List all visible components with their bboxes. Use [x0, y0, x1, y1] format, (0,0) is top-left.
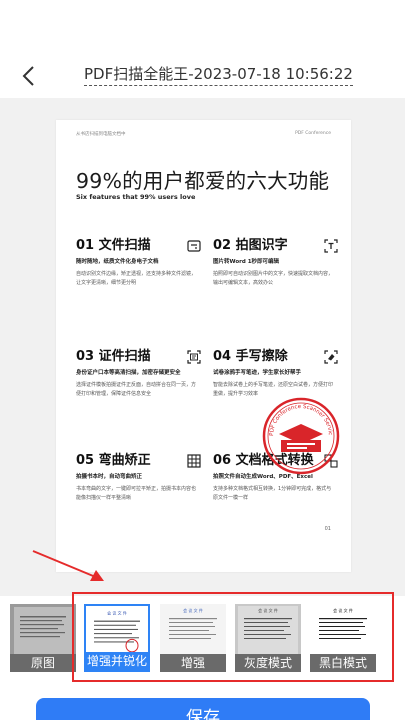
- feature-block: 04 手写擦除 试卷涂鸦手写笔迹，学生家长好帮手 智能去除试卷上的手写笔迹，还原…: [213, 348, 338, 399]
- annotation-highlight-frame: [72, 592, 394, 682]
- seal-stamp-icon: PDF Conference Scanner Service Centre: [261, 396, 340, 475]
- feature-subtitle: 拍摄书本时，自动弯曲矫正: [76, 474, 143, 480]
- chevron-left-icon[interactable]: [18, 64, 42, 88]
- id-card-scan-icon: [187, 350, 201, 364]
- save-button[interactable]: 保存: [36, 698, 370, 720]
- text-recognition-icon: [324, 239, 338, 253]
- top-bar: PDF扫描全能王-2023-07-18 10:56:22: [0, 50, 405, 100]
- document-scan-icon: [187, 240, 201, 252]
- grid-icon: [187, 454, 201, 468]
- filter-label: 原图: [10, 654, 76, 672]
- feature-description: 拍照即可自动识别图片中的文字，快速提取文档内容，输出可编辑文本，高效办公: [213, 271, 334, 286]
- document-page[interactable]: 从书店扫描到电脑文档中 PDF Conference 99%的用户都爱的六大功能…: [56, 120, 351, 572]
- doc-header-right: PDF Conference: [295, 131, 331, 136]
- preview-canvas: 从书店扫描到电脑文档中 PDF Conference 99%的用户都爱的六大功能…: [0, 98, 405, 596]
- feature-subtitle: 试卷涂鸦手写笔迹，学生家长好帮手: [213, 370, 302, 376]
- document-title[interactable]: PDF扫描全能王-2023-07-18 10:56:22: [84, 64, 353, 86]
- feature-description: 选择证件模板拍摄证件正反面，自动拼合在同一页，方便打印和管理，保障证件信息安全: [76, 382, 197, 397]
- eraser-icon: [324, 350, 338, 364]
- feature-subtitle: 身份证户口本等高清扫描，加密存储更安全: [76, 370, 181, 376]
- filter-preview-image: [10, 604, 76, 654]
- doc-header-left: 从书店扫描到电脑文档中: [76, 132, 126, 137]
- feature-title: 03 证件扫描: [76, 349, 151, 364]
- feature-subtitle: 图片转Word 1秒即可编辑: [213, 259, 280, 265]
- feature-title: 05 弯曲矫正: [76, 453, 151, 468]
- feature-description: 支持多种文档格式相互转换，1分钟即可完成，格式与原文件一模一样: [213, 486, 332, 501]
- feature-description: 书本弯曲的文字，一键即可拉平矫正，拍摄书本内容也能像扫描仪一样平整清晰: [76, 486, 197, 501]
- feature-title: 01 文件扫描: [76, 238, 151, 253]
- feature-block: 05 弯曲矫正 拍摄书本时，自动弯曲矫正 书本弯曲的文字，一键即可拉平矫正，拍摄…: [76, 452, 201, 503]
- feature-block: 03 证件扫描 身份证户口本等高清扫描，加密存储更安全 选择证件模板拍摄证件正反…: [76, 348, 201, 399]
- feature-description: 自动识别文件边缘，矫正透视，还支持多种文件滤镜，让文字更清晰，细节更分明: [76, 271, 197, 286]
- filter-original[interactable]: 原图: [10, 604, 76, 672]
- doc-heading: 99%的用户都爱的六大功能: [76, 169, 330, 193]
- feature-title: 04 手写擦除: [213, 349, 288, 364]
- feature-block: 01 文件扫描 随时随地，纸质文件化身电子文档 自动识别文件边缘，矫正透视，还支…: [76, 237, 201, 288]
- annotation-arrow-icon: [32, 550, 104, 581]
- feature-subtitle: 随时随地，纸质文件化身电子文档: [76, 259, 159, 265]
- feature-title: 02 拍图识字: [213, 238, 288, 253]
- doc-subheading: Six features that 99% users love: [76, 193, 196, 201]
- feature-block: 02 拍图识字 图片转Word 1秒即可编辑 拍照即可自动识别图片中的文字，快速…: [213, 237, 338, 288]
- page-number: 01: [324, 526, 331, 532]
